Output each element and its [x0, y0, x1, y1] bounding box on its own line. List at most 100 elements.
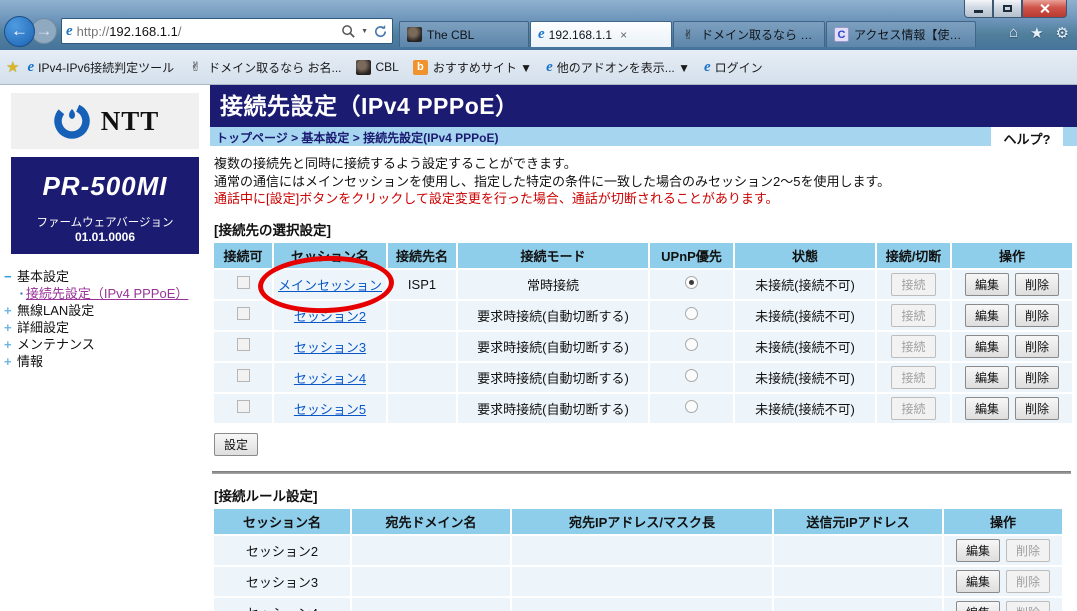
expand-icon[interactable]: + — [4, 353, 17, 370]
bullet-icon: ▪ — [20, 285, 23, 302]
maximize-button[interactable] — [993, 0, 1022, 18]
delete-button[interactable]: 削除 — [1015, 366, 1059, 389]
connect-button[interactable]: 接続 — [891, 273, 935, 296]
delete-button[interactable]: 削除 — [1006, 570, 1050, 593]
isp-name: ISP1 — [388, 270, 456, 299]
connect-button[interactable]: 接続 — [891, 335, 935, 358]
refresh-icon[interactable] — [373, 24, 388, 39]
settings-gear-icon[interactable]: ⚙ — [1056, 24, 1069, 42]
expand-icon[interactable]: + — [4, 319, 17, 336]
delete-button[interactable]: 削除 — [1015, 335, 1059, 358]
delete-button[interactable]: 削除 — [1015, 397, 1059, 420]
expand-icon[interactable]: + — [4, 302, 17, 319]
edit-button[interactable]: 編集 — [965, 397, 1009, 420]
empty-cell — [512, 567, 772, 596]
upnp-priority-radio[interactable] — [685, 338, 698, 351]
tab-domain[interactable]: ✌ ドメイン取るなら お名... — [673, 21, 825, 47]
edit-button[interactable]: 編集 — [956, 601, 1000, 611]
back-button[interactable]: ← — [4, 16, 35, 47]
favorite-ipv4-ipv6-tool[interactable]: eIPv4-IPv6接続判定ツール — [27, 59, 174, 76]
home-icon[interactable]: ⌂ — [1009, 24, 1018, 42]
search-dropdown-icon[interactable]: ▼ — [361, 28, 368, 35]
session-link-4[interactable]: セッション4 — [294, 371, 366, 386]
edit-button[interactable]: 編集 — [965, 304, 1009, 327]
isp-name — [388, 332, 456, 361]
connect-enable-checkbox[interactable] — [237, 400, 250, 413]
edit-button[interactable]: 編集 — [956, 570, 1000, 593]
edit-button[interactable]: 編集 — [965, 335, 1009, 358]
collapse-icon[interactable]: − — [4, 268, 17, 285]
address-bar[interactable]: e http://192.168.1.1/ ▼ — [61, 18, 393, 44]
tab-close-icon[interactable]: × — [620, 28, 627, 42]
tab-the-cbl[interactable]: The CBL — [399, 21, 529, 47]
favorite-suggested-sites[interactable]: bおすすめサイト ▼ — [413, 59, 532, 76]
sidebar-item-advanced-settings[interactable]: + 詳細設定 — [4, 319, 210, 336]
edit-button[interactable]: 編集 — [965, 273, 1009, 296]
maximize-icon — [1003, 5, 1012, 12]
sidebar-item-pppoe-settings[interactable]: ▪ 接続先設定（IPv4 PPPoE） — [20, 285, 210, 302]
edit-button[interactable]: 編集 — [956, 539, 1000, 562]
edit-button[interactable]: 編集 — [965, 366, 1009, 389]
delete-button[interactable]: 削除 — [1015, 273, 1059, 296]
b-icon: b — [413, 60, 428, 75]
close-button[interactable] — [1022, 0, 1067, 18]
delete-button[interactable]: 削除 — [1015, 304, 1059, 327]
sidebar-item-basic-settings[interactable]: − 基本設定 — [4, 268, 210, 285]
empty-cell — [352, 598, 510, 611]
col-session-name: セッション名 — [214, 509, 350, 534]
ie-favicon: e — [538, 27, 545, 42]
connect-enable-checkbox[interactable] — [237, 276, 250, 289]
tab-access-info[interactable]: C アクセス情報【使用中... — [826, 21, 976, 47]
session-name: セッション4 — [214, 598, 350, 611]
favorite-domain[interactable]: ✌ドメイン取るなら お名... — [188, 59, 341, 76]
section-divider — [212, 471, 1071, 474]
sidebar-item-information[interactable]: + 情報 — [4, 353, 210, 370]
sidebar-item-maintenance[interactable]: + メンテナンス — [4, 336, 210, 353]
connect-enable-checkbox[interactable] — [237, 338, 250, 351]
delete-button[interactable]: 削除 — [1006, 601, 1050, 611]
submit-settings-button[interactable]: 設定 — [214, 433, 258, 456]
description-line2: 通常の通信にはメインセッションを使用し、指定した特定の条件に一致した場合のみセッ… — [214, 173, 1077, 191]
delete-button[interactable]: 削除 — [1006, 539, 1050, 562]
favorite-login[interactable]: eログイン — [704, 59, 763, 76]
c-favicon: C — [834, 27, 849, 42]
upnp-priority-radio[interactable] — [685, 307, 698, 320]
favorite-cbl[interactable]: CBL — [356, 60, 399, 75]
empty-cell — [774, 536, 942, 565]
isp-name — [388, 301, 456, 330]
sidebar-item-wireless-lan[interactable]: + 無線LAN設定 — [4, 302, 210, 319]
connection-mode: 要求時接続(自動切断する) — [458, 332, 648, 361]
col-operations: 操作 — [944, 509, 1062, 534]
ie-icon: e — [27, 60, 34, 75]
connect-button[interactable]: 接続 — [891, 366, 935, 389]
upnp-priority-radio[interactable] — [685, 400, 698, 413]
breadcrumb-tail — [1063, 127, 1077, 146]
tab-bar: The CBL e 192.168.1.1 × ✌ ドメイン取るなら お名...… — [399, 15, 977, 47]
col-upnp-priority: UPnP優先 — [650, 243, 733, 268]
tab-192-168-1-1[interactable]: e 192.168.1.1 × — [530, 21, 672, 47]
session-link-main[interactable]: メインセッション — [278, 278, 382, 293]
empty-cell — [774, 598, 942, 611]
session-link-5[interactable]: セッション5 — [294, 402, 366, 417]
isp-name — [388, 394, 456, 423]
help-link[interactable]: ヘルプ? — [991, 127, 1063, 146]
minimize-icon — [974, 10, 983, 13]
session-link-2[interactable]: セッション2 — [294, 309, 366, 324]
search-icon[interactable] — [341, 24, 356, 39]
upnp-priority-radio[interactable] — [685, 276, 698, 289]
expand-icon[interactable]: + — [4, 336, 17, 353]
table-row-session3: セッション3 要求時接続(自動切断する) 未接続(接続不可) 接続 編集削除 — [214, 332, 1072, 361]
favorites-icon[interactable]: ★ — [1030, 24, 1043, 42]
connect-button[interactable]: 接続 — [891, 397, 935, 420]
status-text: 未接続(接続不可) — [735, 363, 875, 392]
connect-button[interactable]: 接続 — [891, 304, 935, 327]
status-text: 未接続(接続不可) — [735, 394, 875, 423]
connect-enable-checkbox[interactable] — [237, 369, 250, 382]
connect-enable-checkbox[interactable] — [237, 307, 250, 320]
upnp-priority-radio[interactable] — [685, 369, 698, 382]
add-favorite-icon[interactable]: ★ — [6, 58, 19, 76]
session-link-3[interactable]: セッション3 — [294, 340, 366, 355]
favorite-more-addons[interactable]: e他のアドオンを表示... ▼ — [546, 59, 690, 76]
col-session-name: セッション名 — [274, 243, 386, 268]
rules-table: セッション名 宛先ドメイン名 宛先IPアドレス/マスク長 送信元IPアドレス 操… — [212, 507, 1064, 611]
